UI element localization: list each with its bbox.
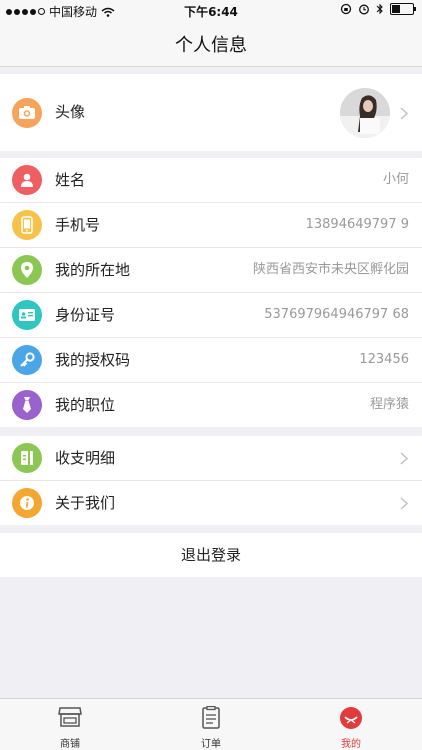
auth-code-value: 123456 [359, 352, 409, 367]
info-icon [12, 488, 42, 518]
chevron-right-icon [400, 106, 408, 120]
phone-row[interactable]: 手机号 13894649797 9 [0, 203, 422, 248]
phone-label: 手机号 [55, 216, 101, 234]
avatar-row[interactable]: 头像 [0, 74, 422, 151]
camera-icon [12, 97, 42, 128]
ledger-icon [12, 443, 42, 473]
phone-value: 13894649797 9 [305, 217, 409, 232]
profile-icon [340, 707, 362, 729]
shop-icon [58, 707, 82, 727]
about-us-label: 关于我们 [55, 494, 116, 512]
id-card-icon [12, 300, 42, 330]
links-section: 收支明细 关于我们 [0, 436, 422, 525]
about-us-row[interactable]: 关于我们 [0, 481, 422, 525]
chevron-right-icon [400, 452, 408, 465]
location-label: 我的所在地 [55, 261, 131, 279]
position-value: 程序猿 [369, 397, 409, 412]
logout-button[interactable]: 退出登录 [0, 533, 422, 577]
income-expense-label: 收支明细 [55, 449, 116, 467]
location-row[interactable]: 我的所在地 陕西省西安市未央区孵化园 [0, 248, 422, 293]
id-card-label: 身份证号 [55, 306, 116, 324]
avatar-section: 头像 [0, 74, 422, 151]
page-title: 个人信息 [175, 35, 247, 56]
order-icon [202, 706, 220, 729]
user-icon [12, 165, 42, 195]
id-card-row[interactable]: 身份证号 537697964946797 68 [0, 293, 422, 338]
tab-orders[interactable]: 订单 [171, 699, 251, 750]
avatar-label: 头像 [55, 103, 86, 121]
position-label: 我的职位 [55, 396, 116, 414]
income-expense-row[interactable]: 收支明细 [0, 436, 422, 481]
id-card-value: 537697964946797 68 [264, 307, 409, 322]
orientation-lock-icon [340, 3, 352, 15]
tab-mine-label: 我的 [341, 739, 361, 750]
location-icon [12, 255, 42, 285]
name-label: 姓名 [55, 171, 86, 189]
auth-code-row[interactable]: 我的授权码 123456 [0, 338, 422, 383]
auth-code-label: 我的授权码 [55, 351, 131, 369]
chevron-right-icon [400, 497, 408, 510]
tab-mine[interactable]: 我的 [311, 699, 391, 750]
name-value: 小何 [382, 172, 409, 187]
top-bar: 中国移动 下午6:44 个人信息 [0, 0, 422, 67]
phone-icon [12, 210, 42, 240]
tab-shop-label: 商铺 [60, 739, 80, 750]
tab-shop[interactable]: 商铺 [30, 699, 110, 750]
location-value: 陕西省西安市未央区孵化园 [252, 262, 409, 277]
position-row[interactable]: 我的职位 程序猿 [0, 383, 422, 427]
key-icon [12, 345, 42, 375]
battery-icon [390, 3, 416, 15]
alarm-icon [359, 4, 369, 15]
avatar[interactable] [340, 88, 390, 138]
name-row[interactable]: 姓名 小何 [0, 158, 422, 203]
bluetooth-icon [376, 3, 383, 15]
tie-icon [12, 390, 42, 420]
info-section: 姓名 小何 手机号 13894649797 9 我的所在地 陕西省西安市未央区孵… [0, 158, 422, 427]
status-bar: 中国移动 下午6:44 [0, 0, 422, 22]
tab-bar: 商铺 订单 我的 [0, 698, 422, 750]
tab-orders-label: 订单 [201, 739, 221, 750]
